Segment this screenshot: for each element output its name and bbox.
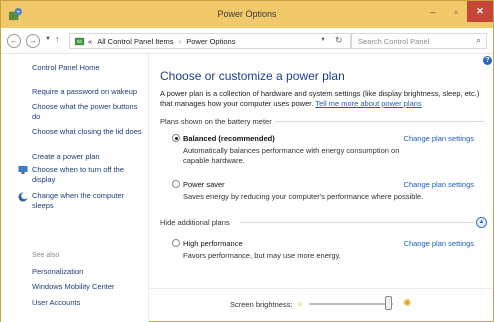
see-also-heading: See also bbox=[32, 252, 60, 259]
search-icon[interactable]: ⌕ bbox=[476, 35, 481, 46]
maximize-button[interactable]: ▫ bbox=[445, 1, 467, 22]
balanced-plan-description: Automatically balances performance with … bbox=[183, 146, 400, 165]
title-bar[interactable]: Power Options ‒ ▫ ✕ bbox=[1, 1, 493, 28]
sidebar-turn-off-display[interactable]: Choose when to turn off the display bbox=[32, 165, 144, 184]
refresh-icon[interactable]: ↻ bbox=[335, 35, 343, 46]
sidebar-create-power-plan[interactable]: Create a power plan bbox=[32, 152, 144, 162]
left-sidebar: Control Panel Home Require a password on… bbox=[1, 54, 149, 322]
see-also-mobility-center[interactable]: Windows Mobility Center bbox=[32, 282, 144, 292]
main-content: ? Choose or customize a power plan A pow… bbox=[149, 54, 493, 322]
breadcrumb-power-options[interactable]: Power Options bbox=[186, 37, 235, 46]
collapse-chevron-up-icon[interactable]: ▲ bbox=[476, 217, 487, 228]
page-title: Choose or customize a power plan bbox=[160, 69, 345, 83]
breadcrumb-separator: › bbox=[178, 37, 182, 46]
see-also-user-accounts[interactable]: User Accounts bbox=[32, 298, 144, 308]
sidebar-control-panel-home[interactable]: Control Panel Home bbox=[32, 63, 144, 73]
brightness-high-sun-icon: ✺ bbox=[403, 298, 412, 309]
address-bar[interactable]: « All Control Panel Items › Power Option… bbox=[69, 33, 351, 49]
breadcrumb-overflow[interactable]: « bbox=[88, 37, 92, 46]
sidebar-computer-sleeps[interactable]: Change when the computer sleeps bbox=[32, 191, 144, 210]
balanced-plan-name[interactable]: Balanced (recommended) bbox=[183, 134, 275, 143]
minimize-button[interactable]: ‒ bbox=[421, 1, 445, 22]
high-performance-change-plan-link[interactable]: Change plan settings bbox=[404, 239, 474, 248]
balanced-change-plan-link[interactable]: Change plan settings bbox=[404, 134, 474, 143]
up-arrow-icon[interactable]: ↑ bbox=[55, 34, 60, 44]
power-saver-plan-description: Saves energy by reducing your computer's… bbox=[183, 192, 424, 201]
power-saver-plan-radio[interactable] bbox=[172, 180, 180, 188]
sidebar-closing-lid[interactable]: Choose what closing the lid does bbox=[32, 127, 144, 137]
brightness-low-sun-icon: ☼ bbox=[296, 299, 304, 308]
close-button[interactable]: ✕ bbox=[467, 1, 493, 22]
help-icon[interactable]: ? bbox=[483, 56, 492, 65]
see-also-personalization[interactable]: Personalization bbox=[32, 267, 144, 277]
back-arrow-icon[interactable]: ← bbox=[7, 34, 21, 48]
search-placeholder[interactable]: Search Control Panel bbox=[358, 37, 429, 46]
high-performance-plan-description: Favors performance, but may use more ene… bbox=[183, 251, 341, 260]
sleep-moon-icon bbox=[18, 192, 28, 202]
brightness-slider-thumb[interactable] bbox=[385, 296, 393, 310]
display-settings-icon bbox=[18, 166, 28, 174]
breadcrumb: « All Control Panel Items › Power Option… bbox=[88, 37, 235, 46]
intro-text: A power plan is a collection of hardware… bbox=[160, 89, 485, 108]
recent-locations-chevron-icon[interactable]: ▼ bbox=[45, 36, 51, 42]
power-saver-plan-name[interactable]: Power saver bbox=[183, 180, 225, 189]
navigation-bar: ← → ▼ ↑ « All Control Panel Items › Powe… bbox=[1, 28, 493, 54]
hidden-plans-divider bbox=[240, 222, 474, 223]
power-options-window: Power Options ‒ ▫ ✕ ← → ▼ ↑ « All Contro… bbox=[0, 0, 494, 322]
control-panel-icon bbox=[74, 37, 85, 46]
address-dropdown-chevron-icon[interactable]: ▼ bbox=[320, 37, 326, 43]
search-box[interactable]: Search Control Panel ⌕ bbox=[351, 33, 487, 49]
section-divider bbox=[275, 121, 485, 122]
forward-arrow-icon[interactable]: → bbox=[26, 34, 40, 48]
balanced-plan-radio[interactable] bbox=[172, 134, 180, 142]
hide-additional-plans-heading[interactable]: Hide additional plans bbox=[160, 218, 230, 227]
breadcrumb-all-items[interactable]: All Control Panel Items bbox=[97, 37, 173, 46]
power-plans-help-link[interactable]: Tell me more about power plans bbox=[315, 99, 421, 108]
sidebar-require-password[interactable]: Require a password on wakeup bbox=[32, 87, 144, 97]
brightness-slider-track[interactable] bbox=[309, 303, 393, 305]
power-saver-change-plan-link[interactable]: Change plan settings bbox=[404, 180, 474, 189]
screen-brightness-label: Screen brightness: bbox=[230, 300, 293, 309]
high-performance-plan-name[interactable]: High performance bbox=[183, 239, 243, 248]
sidebar-power-buttons[interactable]: Choose what the power buttons do bbox=[32, 102, 144, 121]
window-title: Power Options bbox=[217, 9, 277, 19]
high-performance-plan-radio[interactable] bbox=[172, 239, 180, 247]
battery-meter-section-heading: Plans shown on the battery meter bbox=[160, 117, 272, 126]
bottom-divider bbox=[149, 288, 493, 289]
